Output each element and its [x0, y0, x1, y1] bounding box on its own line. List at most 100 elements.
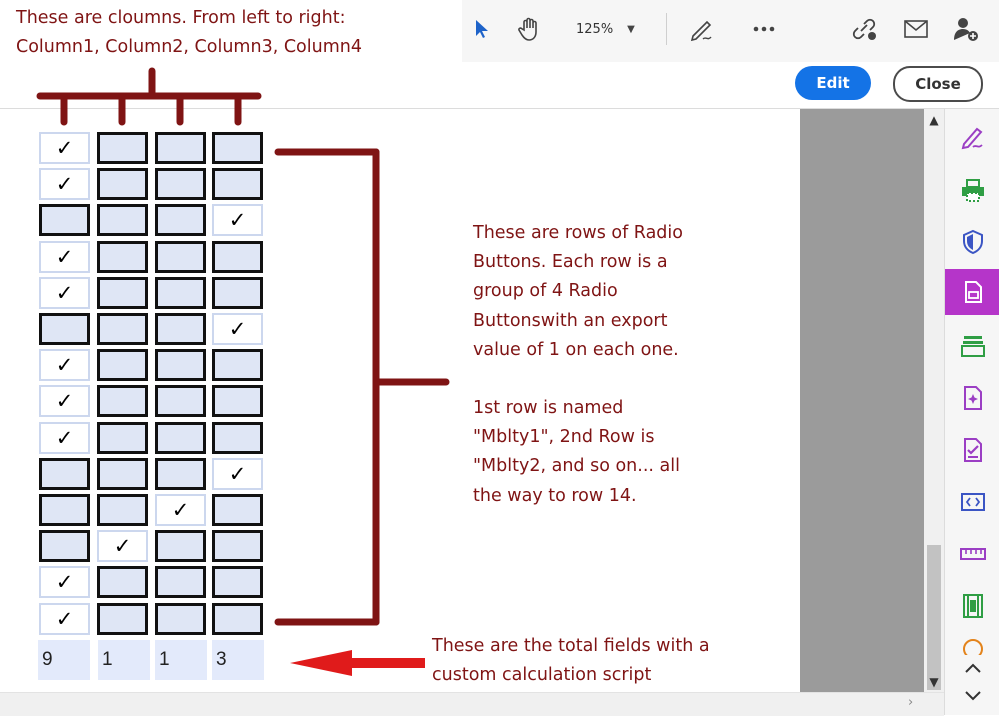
radio-button-row12-column3[interactable] [155, 530, 206, 562]
radio-button-row10-column1[interactable] [39, 458, 90, 490]
scroll-thumb[interactable] [927, 545, 941, 690]
radio-button-row9-column1[interactable]: ✓ [39, 422, 90, 454]
radio-button-row12-column2[interactable]: ✓ [97, 530, 148, 562]
check-mark-icon: ✓ [228, 462, 247, 486]
badge-icon[interactable] [945, 633, 999, 655]
radio-button-row9-column4[interactable] [212, 422, 263, 454]
check-mark-icon: ✓ [55, 245, 74, 269]
radio-button-row1-column4[interactable] [212, 132, 263, 164]
add-user-icon[interactable] [951, 14, 981, 44]
film-icon[interactable] [945, 583, 999, 629]
radio-button-row12-column1[interactable] [39, 530, 90, 562]
radio-button-row14-column4[interactable] [212, 603, 263, 635]
radio-button-row7-column1[interactable]: ✓ [39, 349, 90, 381]
mail-icon[interactable] [901, 14, 931, 44]
radio-button-row2-column1[interactable]: ✓ [39, 168, 90, 200]
radio-button-row7-column4[interactable] [212, 349, 263, 381]
radio-button-row5-column4[interactable] [212, 277, 263, 309]
row-bracket [274, 148, 450, 626]
radio-button-row11-column2[interactable] [97, 494, 148, 526]
radio-button-row6-column1[interactable] [39, 313, 90, 345]
protect-icon[interactable] [945, 219, 999, 265]
radio-button-row3-column1[interactable] [39, 204, 90, 236]
radio-button-row11-column1[interactable] [39, 494, 90, 526]
total-field-column2[interactable]: 1 [98, 640, 150, 680]
annotation-line: "Mblty2, and so on... all [473, 456, 680, 477]
radio-button-row4-column2[interactable] [97, 241, 148, 273]
edit-button[interactable]: Edit [795, 66, 871, 100]
radio-button-row10-column2[interactable] [97, 458, 148, 490]
bracket-icon[interactable] [945, 479, 999, 525]
radio-button-row3-column3[interactable] [155, 204, 206, 236]
annotation-line: These are rows of Radio [473, 223, 683, 243]
radio-button-row8-column4[interactable] [212, 385, 263, 417]
radio-button-row5-column2[interactable] [97, 277, 148, 309]
radio-button-row13-column4[interactable] [212, 566, 263, 598]
radio-button-row2-column4[interactable] [212, 168, 263, 200]
check-mark-icon: ✓ [55, 353, 74, 377]
horizontal-scrollbar[interactable]: › [0, 692, 944, 716]
total-field-column1[interactable]: 9 [38, 640, 90, 680]
radio-button-row4-column4[interactable] [212, 241, 263, 273]
chevron-down-icon[interactable] [945, 683, 999, 709]
radio-button-row11-column4[interactable] [212, 494, 263, 526]
radio-button-row4-column1[interactable]: ✓ [39, 241, 90, 273]
link-icon[interactable] [849, 14, 879, 44]
radio-button-row13-column3[interactable] [155, 566, 206, 598]
check-mark-icon: ✓ [55, 426, 74, 450]
radio-button-row9-column2[interactable] [97, 422, 148, 454]
annotation-line: value of 1 on each one. [473, 339, 679, 360]
radio-button-row1-column2[interactable] [97, 132, 148, 164]
scroll-up-icon[interactable]: ▲ [924, 113, 944, 127]
radio-button-row2-column2[interactable] [97, 168, 148, 200]
total-field-column4[interactable]: 3 [212, 640, 264, 680]
radio-button-row13-column1[interactable]: ✓ [39, 566, 90, 598]
scroll-right-icon[interactable]: › [908, 695, 913, 710]
fill-sign-icon[interactable] [945, 115, 999, 161]
radio-button-row6-column3[interactable] [155, 313, 206, 345]
scroll-down-icon[interactable]: ▼ [924, 675, 944, 689]
radio-button-row7-column3[interactable] [155, 349, 206, 381]
radio-button-row5-column3[interactable] [155, 277, 206, 309]
radio-button-row14-column2[interactable] [97, 603, 148, 635]
check-mark-icon: ✓ [55, 136, 74, 160]
create-pdf-icon[interactable] [945, 375, 999, 421]
radio-button-row11-column3[interactable]: ✓ [155, 494, 206, 526]
radio-button-row5-column1[interactable]: ✓ [39, 277, 90, 309]
stamp-icon[interactable] [945, 323, 999, 369]
print-production-icon[interactable] [945, 167, 999, 213]
measure-icon[interactable] [945, 531, 999, 577]
radio-button-row10-column4[interactable]: ✓ [212, 458, 263, 490]
radio-button-row14-column3[interactable] [155, 603, 206, 635]
annotation-line: "Mblty1", 2nd Row is [473, 427, 655, 448]
totals-arrow [290, 650, 425, 676]
annotation-line: the way to row 14. [473, 485, 637, 506]
total-field-column3[interactable]: 1 [155, 640, 207, 680]
radio-button-row9-column3[interactable] [155, 422, 206, 454]
radio-button-row12-column4[interactable] [212, 530, 263, 562]
radio-button-row13-column2[interactable] [97, 566, 148, 598]
vertical-scrollbar[interactable]: ▲ ▼ [924, 109, 944, 692]
radio-button-row2-column3[interactable] [155, 168, 206, 200]
radio-button-row3-column4[interactable]: ✓ [212, 204, 263, 236]
chevron-up-icon[interactable] [945, 655, 999, 681]
radio-button-row8-column3[interactable] [155, 385, 206, 417]
check-mark-icon: ✓ [55, 570, 74, 594]
radio-button-row1-column1[interactable]: ✓ [39, 132, 90, 164]
radio-button-row7-column2[interactable] [97, 349, 148, 381]
radio-button-row1-column3[interactable] [155, 132, 206, 164]
annotation-line: Buttons. Each row is a [473, 252, 668, 273]
radio-button-row3-column2[interactable] [97, 204, 148, 236]
radio-button-row14-column1[interactable]: ✓ [39, 603, 90, 635]
radio-button-row6-column4[interactable]: ✓ [212, 313, 263, 345]
close-button[interactable]: Close [893, 66, 983, 102]
radio-button-row4-column3[interactable] [155, 241, 206, 273]
radio-button-row8-column1[interactable]: ✓ [39, 385, 90, 417]
radio-button-row10-column3[interactable] [155, 458, 206, 490]
annotation-line: These are the total fields with a [432, 636, 710, 656]
form-check-icon[interactable] [945, 427, 999, 473]
radio-button-row6-column2[interactable] [97, 313, 148, 345]
radio-button-row8-column2[interactable] [97, 385, 148, 417]
check-mark-icon: ✓ [228, 317, 247, 341]
active-doc-icon[interactable] [945, 269, 999, 315]
